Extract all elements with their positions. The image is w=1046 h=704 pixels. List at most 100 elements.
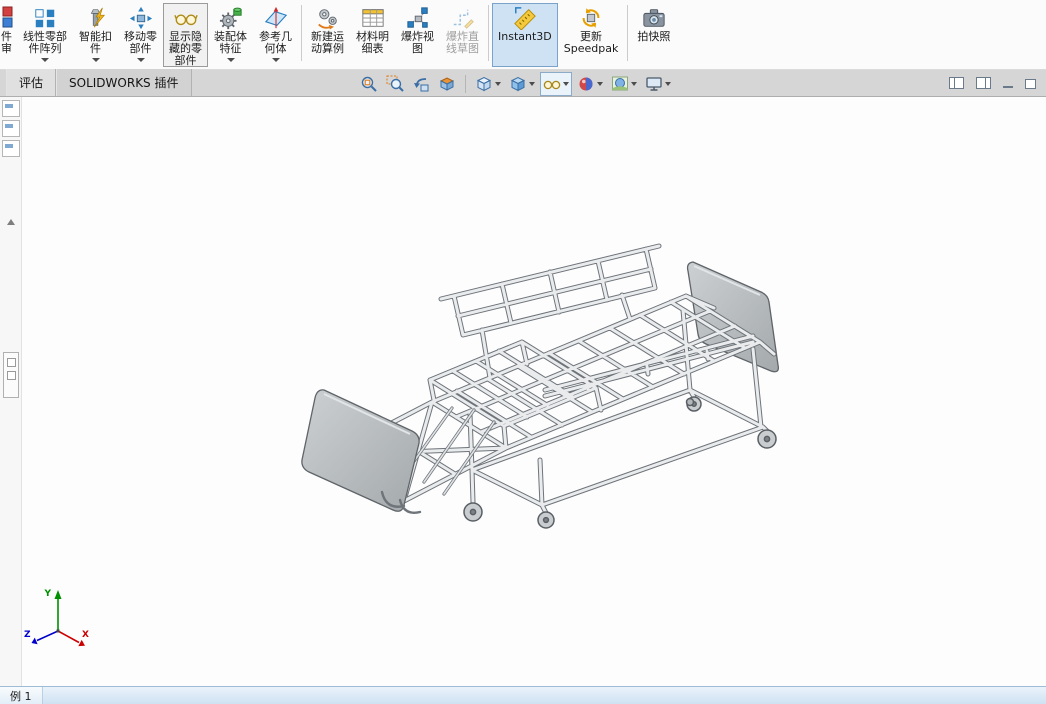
ribbon-button-new-motion-study[interactable]: 新建运 动算例	[305, 3, 350, 67]
scene-icon	[611, 75, 629, 93]
view-orientation-button[interactable]	[472, 72, 504, 96]
split-pane-left-icon[interactable]	[949, 76, 964, 89]
exploded-view-icon	[406, 6, 430, 30]
y-axis-label: Y	[43, 589, 51, 599]
y-axis-arrow-icon	[54, 590, 62, 599]
ribbon-button-reference-geometry[interactable]: 参考几 何体	[253, 3, 298, 67]
monitor-icon	[645, 75, 663, 93]
status-bar: 例 1	[0, 686, 1046, 704]
ribbon-button-label: 特征	[219, 42, 242, 55]
ribbon-button-label: Instant3D	[498, 30, 552, 43]
ribbon-button-label: 细表	[361, 42, 384, 55]
ribbon-button-label: Speedpak	[563, 42, 619, 55]
bom-table-icon	[361, 6, 385, 30]
section-view-icon	[438, 75, 456, 93]
apply-scene-button[interactable]	[608, 72, 640, 96]
feature-manager-tab[interactable]	[1, 100, 20, 117]
ribbon-separator	[301, 5, 302, 61]
appearance-sphere-icon	[577, 75, 595, 93]
assembly-features-icon	[219, 6, 243, 30]
dropdown-arrow-icon[interactable]	[41, 58, 49, 66]
feature-tree-collapsed-strip	[0, 97, 22, 686]
dropdown-arrow-icon[interactable]	[136, 58, 145, 66]
dropdown-arrow-icon[interactable]	[271, 58, 280, 66]
ribbon-button-label: 部件	[129, 42, 152, 55]
ribbon-button-partial-left[interactable]: 件 审	[0, 3, 17, 67]
view-orientation-cube-icon	[475, 75, 493, 93]
ribbon-button-label: 件	[90, 42, 101, 55]
ribbon-button-label: 线草图	[446, 42, 479, 55]
dropdown-arrow-icon[interactable]	[226, 58, 235, 66]
restore-window-icon[interactable]	[1025, 77, 1040, 89]
z-axis-label: Z	[24, 630, 31, 640]
dropdown-arrow-icon[interactable]	[665, 81, 671, 89]
toolbar-separator	[465, 74, 466, 93]
reference-geometry-icon	[264, 6, 288, 30]
ribbon-button-smart-fasteners[interactable]: 智能扣 件	[73, 3, 118, 67]
edit-appearance-button[interactable]	[574, 72, 606, 96]
explode-line-sketch-icon	[451, 6, 475, 30]
previous-view-button[interactable]	[409, 72, 433, 96]
ribbon-button-update-speedpak[interactable]: 更新 Speedpak	[558, 3, 625, 67]
display-style-button[interactable]	[506, 72, 538, 96]
hide-show-items-button[interactable]	[540, 71, 572, 96]
command-tab-row: 评估 SOLIDWORKS 插件	[0, 69, 1046, 97]
command-manager-ribbon: 件 审 线性零部 件阵列 智能扣 件 移动零 部件 显示隐 藏的零 部件 装配体…	[0, 0, 1046, 70]
coordinate-triad: Y X Z	[24, 589, 89, 647]
ribbon-button-label: 部件	[174, 54, 197, 67]
zoom-to-fit-button[interactable]	[357, 72, 381, 96]
ribbon-button-label: 图	[412, 42, 423, 55]
view-settings-button[interactable]	[642, 72, 674, 96]
partial-icon	[1, 6, 16, 30]
scroll-up-arrow-icon[interactable]	[6, 215, 15, 225]
dropdown-arrow-icon[interactable]	[631, 81, 637, 89]
glasses-icon	[173, 6, 198, 30]
ribbon-button-show-hidden-components[interactable]: 显示隐 藏的零 部件	[163, 3, 208, 67]
display-style-cube-icon	[509, 75, 527, 93]
x-axis-arrow-icon	[78, 639, 85, 647]
assembly-model-hospital-bed	[301, 97, 779, 529]
dropdown-arrow-icon[interactable]	[495, 81, 501, 89]
previous-view-icon	[412, 75, 430, 93]
minimize-icon[interactable]	[1003, 85, 1013, 88]
ribbon-button-label: 件阵列	[28, 42, 62, 55]
dropdown-arrow-icon[interactable]	[91, 58, 100, 66]
configuration-manager-tab[interactable]	[1, 140, 20, 157]
ribbon-button-bill-of-materials[interactable]: 材料明 细表	[350, 3, 395, 67]
x-axis-label: X	[82, 630, 89, 640]
dropdown-arrow-icon[interactable]	[529, 81, 535, 89]
ribbon-button-linear-component-pattern[interactable]: 线性零部 件阵列	[17, 3, 73, 67]
ribbon-button-instant3d[interactable]: Instant3D	[492, 3, 558, 67]
tab-evaluate[interactable]: 评估	[6, 69, 57, 96]
split-pane-right-icon[interactable]	[976, 76, 991, 89]
update-speedpak-icon	[579, 6, 603, 30]
dropdown-arrow-icon[interactable]	[597, 81, 603, 89]
linear-pattern-icon	[33, 6, 57, 30]
motion-study-icon	[316, 6, 340, 30]
tab-solidworks-addins[interactable]: SOLIDWORKS 插件	[56, 69, 192, 96]
document-window-controls	[949, 76, 1040, 89]
graphics-viewport[interactable]: Y X Z	[0, 97, 1046, 686]
ribbon-button-label: 动算例	[311, 42, 344, 55]
move-component-icon	[129, 6, 153, 30]
zoom-to-area-icon	[386, 75, 404, 93]
zoom-to-fit-icon	[360, 75, 378, 93]
zoom-to-area-button[interactable]	[383, 72, 407, 96]
ribbon-button-label: 何体	[264, 42, 287, 55]
z-axis-arrow-icon	[31, 637, 38, 645]
ribbon-button-exploded-view[interactable]: 爆炸视 图	[395, 3, 440, 67]
glasses-icon	[543, 75, 561, 93]
model-footboard-panel	[301, 389, 420, 512]
ribbon-separator	[627, 5, 629, 61]
panel-splitter-handle[interactable]	[3, 352, 19, 398]
section-view-button[interactable]	[435, 72, 459, 96]
ribbon-button-explode-line-sketch: 爆炸直 线草图	[440, 3, 485, 67]
camera-icon	[642, 6, 666, 30]
ribbon-button-take-snapshot[interactable]: 拍快照	[631, 3, 676, 67]
ribbon-button-label: 审	[1, 42, 12, 55]
ribbon-button-move-component[interactable]: 移动零 部件	[118, 3, 163, 67]
ribbon-button-assembly-features[interactable]: 装配体 特征	[208, 3, 253, 67]
property-manager-tab[interactable]	[1, 120, 20, 137]
motion-study-tab-partial[interactable]: 例 1	[0, 687, 43, 704]
dropdown-arrow-icon[interactable]	[563, 81, 569, 89]
